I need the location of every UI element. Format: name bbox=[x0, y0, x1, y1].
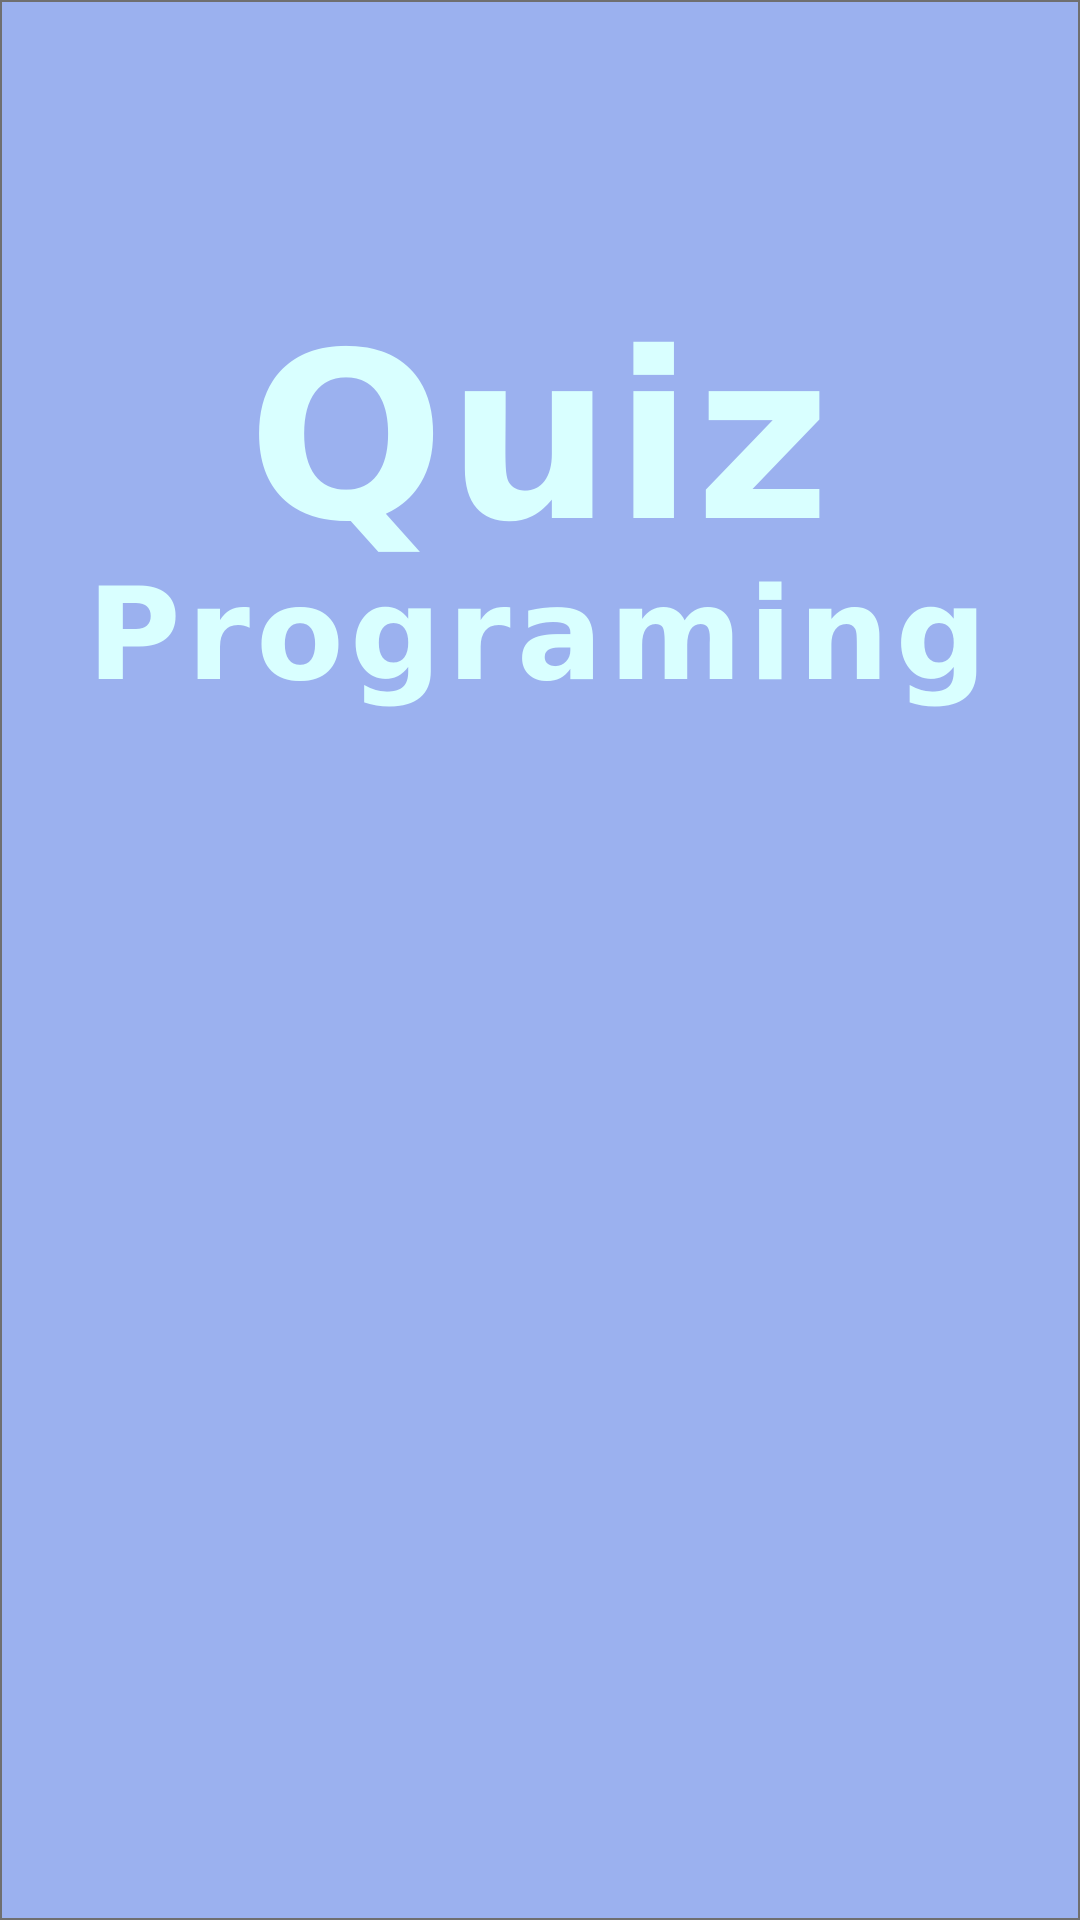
app-subtitle: Programing bbox=[87, 561, 993, 710]
title-group: Quiz Programing bbox=[2, 322, 1078, 700]
app-title: Quiz bbox=[247, 303, 833, 573]
splash-screen: Quiz Programing bbox=[0, 0, 1080, 1920]
